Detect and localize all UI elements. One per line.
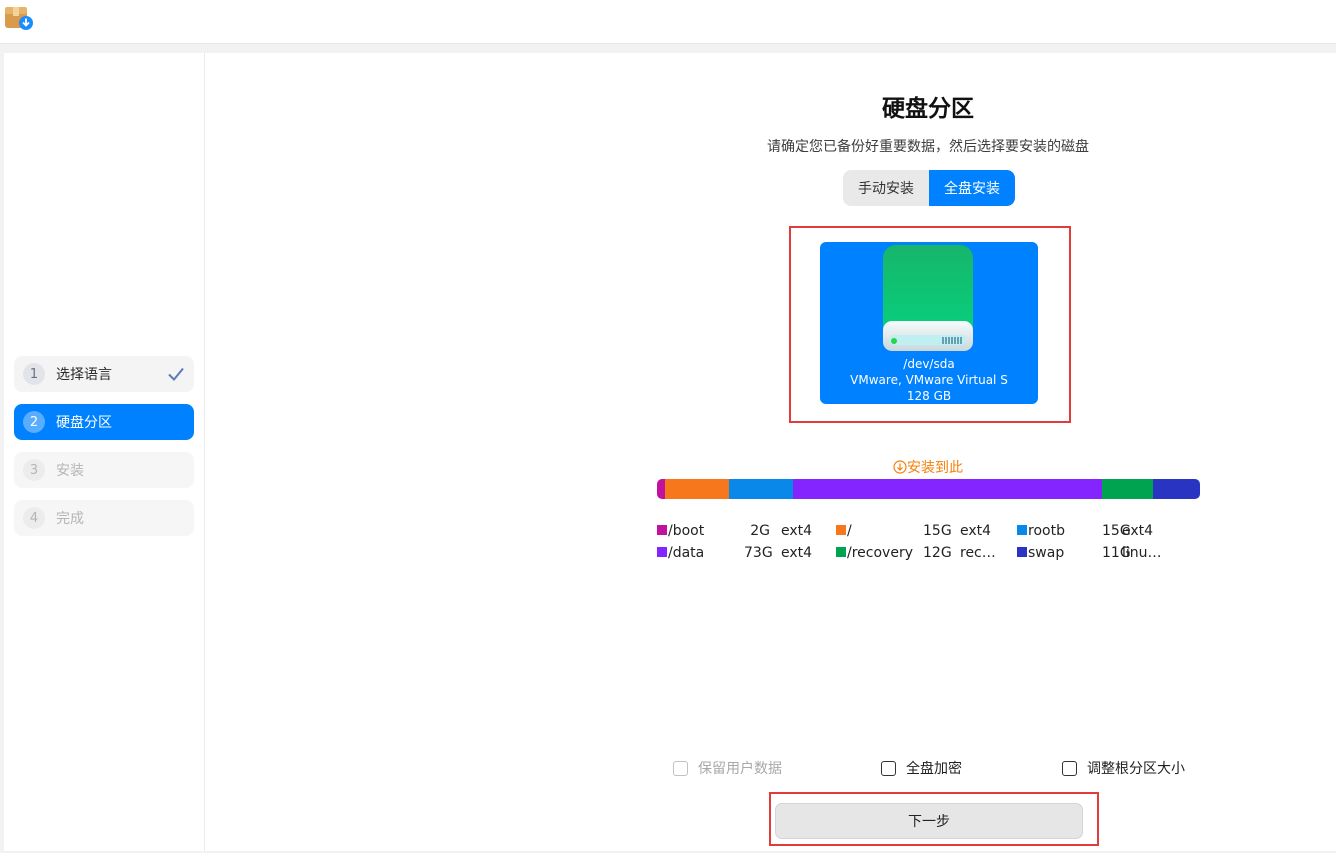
partition-name: swap xyxy=(1028,545,1065,561)
partition-name: rootb xyxy=(1028,523,1065,539)
step-finish: 4 完成 xyxy=(14,500,194,536)
step-disk-partition: 2 硬盘分区 xyxy=(14,404,194,440)
installer-window: 1 选择语言 2 硬盘分区 3 安装 4 完成 硬盘分区 请确定您已备份好重要数… xyxy=(4,53,1336,851)
partition-bar xyxy=(657,479,1200,499)
hard-drive-icon xyxy=(883,245,973,351)
partition-segment xyxy=(657,479,666,499)
partition-size: 15G xyxy=(923,523,952,539)
tab-manual-install[interactable]: 手动安装 xyxy=(843,170,929,206)
partition-size: 12G xyxy=(923,545,952,561)
partition-segment xyxy=(729,479,793,499)
arrow-down-circle-icon xyxy=(893,460,907,474)
partition-segment xyxy=(1102,479,1154,499)
steps-sidebar: 1 选择语言 2 硬盘分区 3 安装 4 完成 xyxy=(4,53,205,851)
partition-filesystem: ext4 xyxy=(781,545,813,561)
step-number: 2 xyxy=(23,411,45,433)
legend-swatch xyxy=(657,547,667,557)
step-number: 4 xyxy=(23,507,45,529)
install-mode-switch: 手动安装 全盘安装 xyxy=(843,170,1015,206)
legend-swatch xyxy=(1017,525,1027,535)
legend-swatch xyxy=(836,547,846,557)
step-number: 3 xyxy=(23,459,45,481)
checkbox-box xyxy=(1062,760,1077,776)
checkbox-box xyxy=(673,760,688,776)
full-disk-encryption-checkbox[interactable]: 全盘加密 xyxy=(881,758,962,778)
partition-segment xyxy=(665,479,730,499)
resize-root-checkbox[interactable]: 调整根分区大小 xyxy=(1062,758,1185,778)
partition-segment xyxy=(792,479,1103,499)
full-disk-encryption-label: 全盘加密 xyxy=(906,761,962,777)
page-title: 硬盘分区 xyxy=(882,96,974,122)
step-label: 硬盘分区 xyxy=(56,415,112,431)
step-label: 安装 xyxy=(56,463,84,479)
keep-user-data-label: 保留用户数据 xyxy=(698,761,782,777)
partition-name: / xyxy=(847,523,852,539)
partition-segment xyxy=(1153,479,1200,499)
step-label: 选择语言 xyxy=(56,367,112,383)
partition-size: 2G xyxy=(750,523,770,539)
disk-size: 128 GB xyxy=(906,389,952,403)
partition-filesystem: ext4 xyxy=(960,523,992,539)
legend-swatch xyxy=(657,525,667,535)
step-select-language: 1 选择语言 xyxy=(14,356,194,392)
step-number: 1 xyxy=(23,363,45,385)
partition-name: /data xyxy=(668,545,705,561)
tab-full-disk-install[interactable]: 全盘安装 xyxy=(929,170,1015,206)
page-subtitle: 请确定您已备份好重要数据，然后选择要安装的磁盘 xyxy=(767,139,1089,155)
checkbox-box xyxy=(881,760,896,776)
next-button[interactable]: 下一步 xyxy=(775,803,1083,839)
install-here-marker: 安装到此 xyxy=(828,457,1028,477)
title-bar xyxy=(0,0,1336,44)
partition-filesystem: rec… xyxy=(960,545,996,561)
partition-name: /recovery xyxy=(847,545,913,561)
partition-filesystem: ext4 xyxy=(781,523,813,539)
install-options: 保留用户数据 全盘加密 调整根分区大小 xyxy=(4,758,1336,782)
resize-root-label: 调整根分区大小 xyxy=(1087,761,1185,777)
step-install: 3 安装 xyxy=(14,452,194,488)
step-label: 完成 xyxy=(56,511,84,527)
disk-model: VMware, VMware Virtual S xyxy=(850,373,1008,387)
keep-user-data-checkbox[interactable]: 保留用户数据 xyxy=(673,758,782,778)
legend-swatch xyxy=(1017,547,1027,557)
disk-card-sda[interactable]: /dev/sda VMware, VMware Virtual S 128 GB xyxy=(820,242,1038,404)
disk-device: /dev/sda xyxy=(903,357,955,371)
partition-filesystem: ext4 xyxy=(1122,523,1154,539)
legend-swatch xyxy=(836,525,846,535)
partition-size: 73G xyxy=(744,545,773,561)
checkmark-icon xyxy=(168,367,184,381)
installer-app-icon xyxy=(5,7,33,30)
partition-name: /boot xyxy=(668,523,705,539)
partition-filesystem: linu… xyxy=(1122,545,1162,561)
install-here-label: 安装到此 xyxy=(907,460,963,476)
